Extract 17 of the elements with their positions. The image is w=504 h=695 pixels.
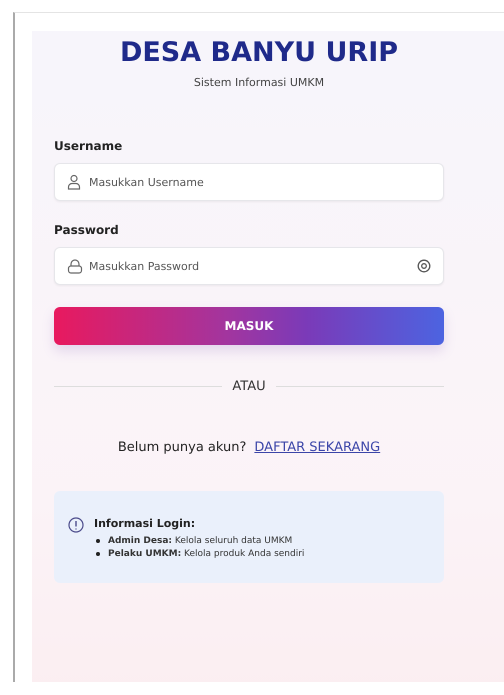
field-label: Username (54, 139, 124, 153)
info-icon (68, 517, 84, 533)
register-prompt: Belum punya akun? (118, 440, 246, 455)
info-title: Informasi Login: (94, 517, 196, 530)
info-item: Pelaku UMKM: Kelola produk Anda sendiri (108, 549, 304, 559)
bullet-icon (96, 552, 100, 556)
app-title: DESA BANYU URIP (118, 37, 400, 68)
username-field[interactable]: Masukkan Username (54, 163, 444, 201)
info-item: Admin Desa: Kelola seluruh data UMKM (108, 536, 292, 546)
eye-icon[interactable] (417, 259, 431, 273)
app-subtitle: Sistem Informasi UMKM (192, 76, 326, 89)
password-field[interactable]: Masukkan Password (54, 247, 444, 285)
divider-text: ATAU (232, 379, 266, 394)
bullet-icon (96, 539, 100, 543)
login-button[interactable]: MASUK (54, 307, 444, 345)
register-link[interactable]: DAFTAR SEKARANG (254, 440, 380, 455)
field-label: Password (54, 223, 120, 237)
